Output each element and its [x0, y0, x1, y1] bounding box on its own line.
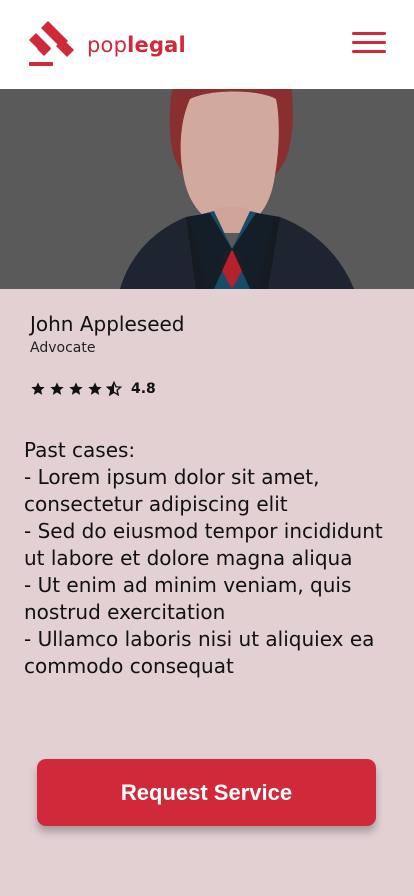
- case-item: - Lorem ipsum dolor sit amet, consectetu…: [24, 465, 320, 516]
- lawyer-illustration: [0, 89, 414, 289]
- star-icon: [69, 382, 83, 395]
- brand-prefix: pop: [87, 33, 128, 57]
- case-item: - Ut enim ad minim veniam, quis nostrud …: [24, 573, 352, 624]
- lawyer-role: Advocate: [30, 340, 96, 356]
- menu-icon-line: [352, 50, 386, 53]
- case-item: - Sed do eiusmod tempor incididunt ut la…: [24, 519, 383, 570]
- star-icon: [88, 382, 102, 395]
- past-cases: Past cases: - Lorem ipsum dolor sit amet…: [24, 437, 394, 680]
- menu-button[interactable]: [352, 32, 386, 56]
- star-icon: [50, 382, 64, 395]
- hero-image: [0, 89, 414, 289]
- star-icon: [31, 382, 45, 395]
- lawyer-name: John Appleseed: [30, 312, 185, 336]
- case-item: - Ullamco laboris nisi ut aliquiex ea co…: [24, 627, 375, 678]
- top-header: poplegal: [0, 0, 414, 89]
- past-cases-title: Past cases:: [24, 438, 136, 462]
- brand-name: poplegal: [87, 33, 186, 57]
- gavel-logo-icon: [26, 18, 76, 72]
- brand-suffix: legal: [127, 33, 186, 57]
- request-service-button[interactable]: Request Service: [37, 759, 376, 826]
- menu-icon-line: [352, 41, 386, 44]
- menu-icon-line: [352, 32, 386, 35]
- rating-value: 4.8: [131, 381, 156, 397]
- half-star-icon: [106, 381, 122, 397]
- brand-logo[interactable]: poplegal: [26, 18, 186, 72]
- rating: 4.8: [30, 381, 156, 397]
